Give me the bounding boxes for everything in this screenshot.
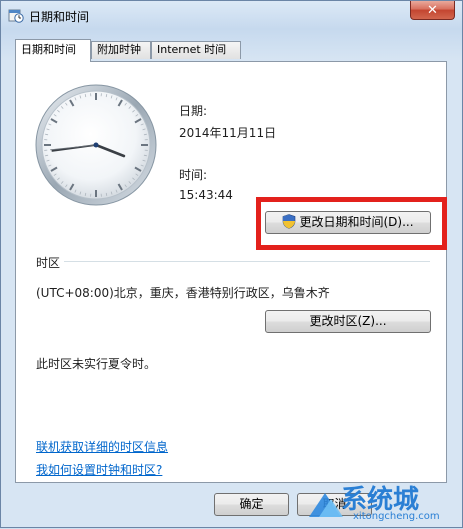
window-title: 日期和时间 bbox=[29, 8, 89, 25]
dst-note: 此时区未实行夏令时。 bbox=[36, 355, 156, 372]
title-bar: 日期和时间 ✕ bbox=[1, 1, 462, 29]
tab-additional-clocks[interactable]: 附加时钟 bbox=[91, 41, 151, 59]
time-label: 时间: bbox=[179, 166, 207, 183]
watermark-url: xitongcheng.com bbox=[353, 511, 440, 522]
date-label: 日期: bbox=[179, 102, 207, 119]
section-divider bbox=[64, 261, 430, 262]
change-timezone-button[interactable]: 更改时区(Z)... bbox=[265, 310, 431, 333]
close-button[interactable]: ✕ bbox=[410, 1, 455, 20]
ok-button[interactable]: 确定 bbox=[214, 493, 289, 516]
tab-internet-time[interactable]: Internet 时间 bbox=[151, 41, 241, 59]
tab-date-time[interactable]: 日期和时间 bbox=[15, 39, 91, 62]
clock-app-icon bbox=[8, 7, 24, 23]
highlight-box bbox=[256, 197, 447, 250]
online-timezone-info-link[interactable]: 联机获取详细的时区信息 bbox=[36, 438, 168, 455]
close-icon: ✕ bbox=[427, 4, 438, 17]
timezone-current: (UTC+08:00)北京，重庆，香港特别行政区，乌鲁木齐 bbox=[36, 284, 330, 301]
timezone-section-label: 时区 bbox=[36, 254, 60, 271]
date-time-dialog: 日期和时间 ✕ 日期和时间 附加时钟 Internet 时间 bbox=[0, 0, 463, 528]
analog-clock bbox=[34, 83, 158, 207]
date-value: 2014年11月11日 bbox=[179, 124, 276, 141]
time-value: 15:43:44 bbox=[179, 188, 233, 202]
how-to-set-clock-link[interactable]: 我如何设置时钟和时区? bbox=[36, 461, 162, 478]
clock-center bbox=[94, 143, 99, 148]
